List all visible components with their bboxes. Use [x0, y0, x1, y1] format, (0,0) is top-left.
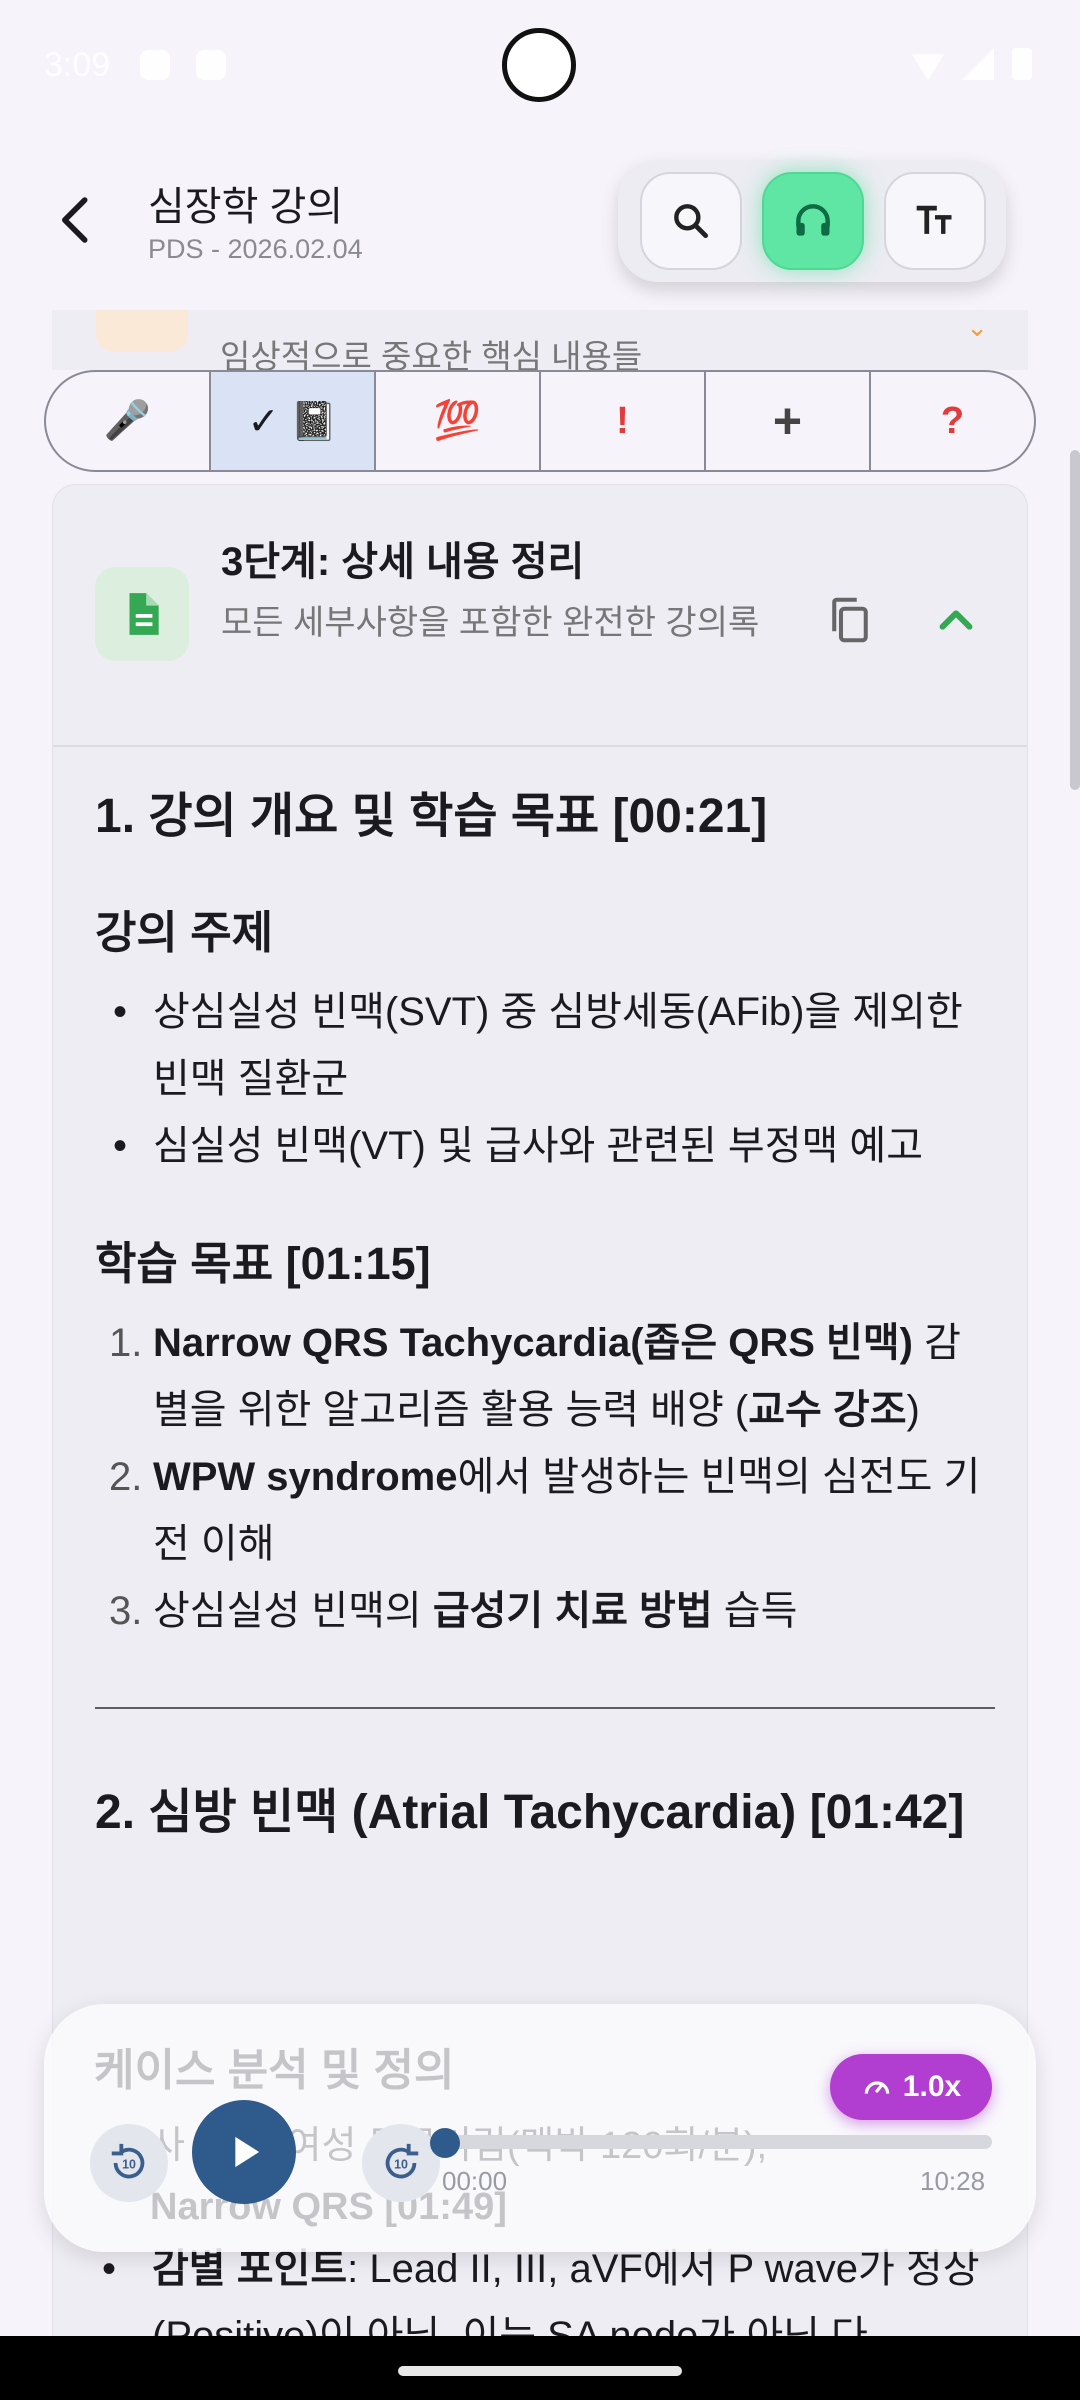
document-icon — [95, 567, 189, 661]
filter-bar: 🎤 ✓ 📓 💯 ! + ? — [44, 370, 1036, 472]
filter-100[interactable]: 💯 — [376, 372, 541, 470]
duration: 10:28 — [920, 2166, 986, 2196]
replay-10-icon: 10 — [111, 2143, 145, 2179]
subheading: 강의 주제 — [95, 907, 274, 958]
search-icon — [674, 204, 709, 239]
arrow-back-icon — [62, 197, 88, 243]
filter-question[interactable]: ? — [871, 372, 1034, 470]
chevron-down-icon[interactable]: ⌄ — [966, 312, 988, 343]
page-subtitle: PDS - 2026.02.04 — [148, 234, 363, 264]
list-item: 2. WPW syndrome에서 발생하는 빈맥의 심전도 기전 이해 — [109, 1455, 981, 1566]
seek-bar[interactable] — [444, 2135, 992, 2149]
current-time: 00:00 — [442, 2166, 508, 2196]
seek-thumb[interactable] — [430, 2128, 460, 2158]
svg-text:10: 10 — [122, 2158, 136, 2172]
exclamation-icon: ! — [616, 399, 629, 442]
numbered-list: 1. Narrow QRS Tachycardia(좁은 QRS 빈맥) 감별을 … — [95, 1310, 995, 1645]
status-time: 3:09 — [44, 46, 111, 84]
check-notebook-icon: ✓ 📓 — [247, 400, 338, 443]
plus-icon: + — [772, 393, 803, 449]
audio-button[interactable] — [762, 172, 864, 270]
lecture-content: 1. 강의 개요 및 학습 목표 [00:21] 강의 주제 • 상심실성 빈맥(… — [95, 785, 995, 1851]
previous-section-card: 임상적으로 중요한 핵심 내용들 ⌄ — [52, 310, 1028, 370]
question-icon: ? — [940, 399, 965, 442]
system-icons — [912, 48, 1032, 80]
ghost-heading: 케이스 분석 및 정의 — [94, 2046, 455, 2095]
headphones-icon — [796, 204, 830, 236]
filter-add[interactable]: + — [706, 372, 871, 470]
forward-button[interactable]: 10 — [362, 2124, 440, 2202]
wifi-icon — [912, 54, 944, 80]
text-size-button[interactable] — [884, 172, 986, 270]
play-icon — [235, 2136, 260, 2168]
filter-important[interactable]: ! — [541, 372, 706, 470]
signal-icon — [962, 48, 994, 80]
svg-text:10: 10 — [394, 2158, 408, 2172]
camera-cutout — [502, 28, 576, 102]
gesture-nav-handle[interactable] — [398, 2366, 682, 2376]
card-title: 3단계: 상세 내용 정리 — [221, 540, 585, 584]
speed-label: 1.0x — [902, 2070, 962, 2103]
section-heading: 2. 심방 빈맥 (Atrial Tachycardia) [01:42] — [95, 1786, 965, 1839]
notification-icon — [140, 50, 170, 80]
battery-icon — [1012, 48, 1032, 80]
list-item: • 상심실성 빈맥(SVT) 중 심방세동(AFib)을 제외한 빈맥 질환군 — [113, 990, 963, 1101]
list-item: 1. Narrow QRS Tachycardia(좁은 QRS 빈맥) 감별을 … — [109, 1321, 961, 1432]
play-button[interactable] — [192, 2100, 296, 2204]
card-description: 모든 세부사항을 포함한 완전한 강의록 — [221, 604, 760, 642]
text-size-icon — [916, 205, 952, 234]
playback-speed-button[interactable]: 1.0x — [830, 2054, 992, 2120]
scrollbar[interactable] — [1070, 450, 1080, 790]
rewind-button[interactable]: 10 — [90, 2124, 168, 2202]
page-title: 심장학 강의 — [148, 185, 344, 229]
notification-icon — [196, 50, 226, 80]
top-app-bar: 심장학 강의 PDS - 2026.02.04 — [0, 130, 1080, 310]
bullet-list: • 상심실성 빈맥(SVT) 중 심방세동(AFib)을 제외한 빈맥 질환군 •… — [95, 979, 995, 1180]
list-item: 3. 상심실성 빈맥의 급성기 치료 방법 습득 — [109, 1589, 798, 1633]
list-item: • 심실성 빈맥(VT) 및 급사와 관련된 부정맥 예고 — [113, 1124, 924, 1168]
back-button[interactable] — [46, 190, 106, 250]
filter-mic[interactable]: 🎤 — [46, 372, 211, 470]
card-header[interactable]: 3단계: 상세 내용 정리 모든 세부사항을 포함한 완전한 강의록 — [53, 485, 1027, 747]
search-button[interactable] — [640, 172, 742, 270]
toolbar — [618, 160, 1006, 282]
copy-button[interactable] — [823, 593, 877, 647]
app-screen: 3:09 심장학 강의 PDS - 2026.02.04 임상적으로 중요한 핵… — [0, 0, 1080, 2336]
speedometer-icon — [864, 2081, 890, 2094]
microphone-icon: 🎤 — [103, 400, 152, 442]
divider — [95, 1707, 995, 1709]
filter-notes[interactable]: ✓ 📓 — [211, 372, 376, 470]
section-heading: 1. 강의 개요 및 학습 목표 [00:21] — [95, 790, 768, 843]
hundred-points-icon: 💯 — [433, 400, 482, 442]
forward-10-icon: 10 — [385, 2143, 419, 2179]
chevron-up-icon — [939, 610, 973, 630]
collapse-button[interactable] — [929, 593, 983, 647]
status-bar: 3:09 — [0, 0, 1080, 130]
audio-player: 케이스 분석 및 정의 사 노 세 여성 두근거림(맥박 120회/분), Na… — [44, 2004, 1036, 2252]
copy-icon — [832, 597, 868, 643]
section-icon — [96, 310, 188, 352]
subheading: 학습 목표 [01:15] — [95, 1238, 431, 1289]
section-description: 임상적으로 중요한 핵심 내용들 — [220, 338, 643, 370]
